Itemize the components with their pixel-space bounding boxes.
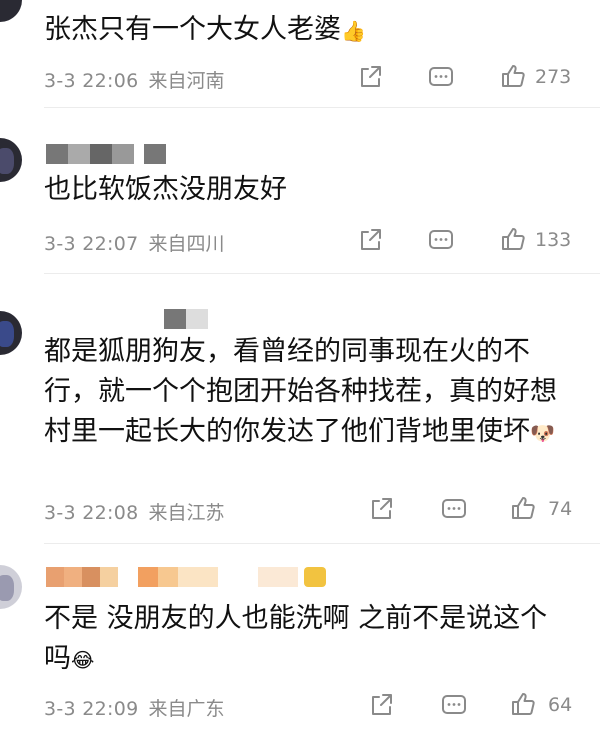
share-icon[interactable] [369,496,395,522]
comment-time: 3-3 22:06 [44,70,139,92]
comment-icon[interactable] [441,692,467,718]
comment-text-body: 不是 没朋友的人也能洗啊 之前不是说这个吗 [44,603,548,674]
comment-item: 张杰只有一个大女人老婆👍 3-3 22:06 来自河南 273 [0,0,600,110]
share-icon[interactable] [358,227,384,253]
comment-meta: 3-3 22:09 来自广东 [44,694,225,721]
thumbs-up-emoji: 👍 [341,18,366,43]
avatar[interactable] [0,0,22,22]
comment-location: 来自河南 [148,70,225,92]
divider [44,543,600,544]
comment-time: 3-3 22:09 [44,698,139,720]
thumbs-up-icon[interactable] [510,691,536,717]
avatar[interactable] [0,138,22,182]
comment-meta: 3-3 22:07 来自四川 [44,229,225,256]
avatar-figure [0,321,14,347]
comment-icon[interactable] [428,227,454,253]
comment-text-body: 都是狐朋狗友，看曾经的同事现在火的不行，就一个个抱团开始各种找茬，真的好想村里一… [44,336,557,447]
comment-meta: 3-3 22:06 来自河南 [44,66,225,93]
comment-location: 来自四川 [148,233,225,255]
share-icon[interactable] [358,64,384,90]
share-icon[interactable] [369,692,395,718]
like-count: 64 [548,694,573,716]
comment-item: 都是狐朋狗友，看曾经的同事现在火的不行，就一个个抱团开始各种找茬，真的好想村里一… [0,275,600,545]
comment-text: 不是 没朋友的人也能洗啊 之前不是说这个吗😂 [44,599,564,680]
like-count: 133 [535,229,572,251]
avatar[interactable] [0,565,22,609]
divider [44,107,600,108]
comment-icon[interactable] [428,64,454,90]
avatar-figure [0,575,14,601]
comment-text: 也比软饭杰没朋友好 [44,170,574,210]
comment-text-body: 也比软饭杰没朋友好 [44,174,287,205]
thumbs-up-icon[interactable] [500,63,526,89]
avatar[interactable] [0,311,22,355]
comment-text: 张杰只有一个大女人老婆👍 [44,10,574,51]
laughing-emoji: 😂 [71,647,95,672]
comment-time: 3-3 22:08 [44,502,139,524]
comment-item: 不是 没朋友的人也能洗啊 之前不是说这个吗😂 3-3 22:09 来自广东 64 [0,545,600,735]
comment-text: 都是狐朋狗友，看曾经的同事现在火的不行，就一个个抱团开始各种找茬，真的好想村里一… [44,332,559,453]
thumbs-up-icon[interactable] [500,226,526,252]
comment-text-body: 张杰只有一个大女人老婆 [44,14,341,45]
like-count: 74 [548,498,573,520]
comment-icon[interactable] [441,496,467,522]
avatar-figure [0,148,14,174]
comment-location: 来自广东 [148,698,225,720]
comment-location: 来自江苏 [148,502,225,524]
comment-meta: 3-3 22:08 来自江苏 [44,498,225,525]
like-count: 273 [535,66,572,88]
divider [44,273,600,274]
comment-item: 也比软饭杰没朋友好 3-3 22:07 来自四川 133 [0,110,600,275]
thumbs-up-icon[interactable] [510,495,536,521]
comment-time: 3-3 22:07 [44,233,139,255]
doge-emoji: 🐶 [530,420,555,445]
